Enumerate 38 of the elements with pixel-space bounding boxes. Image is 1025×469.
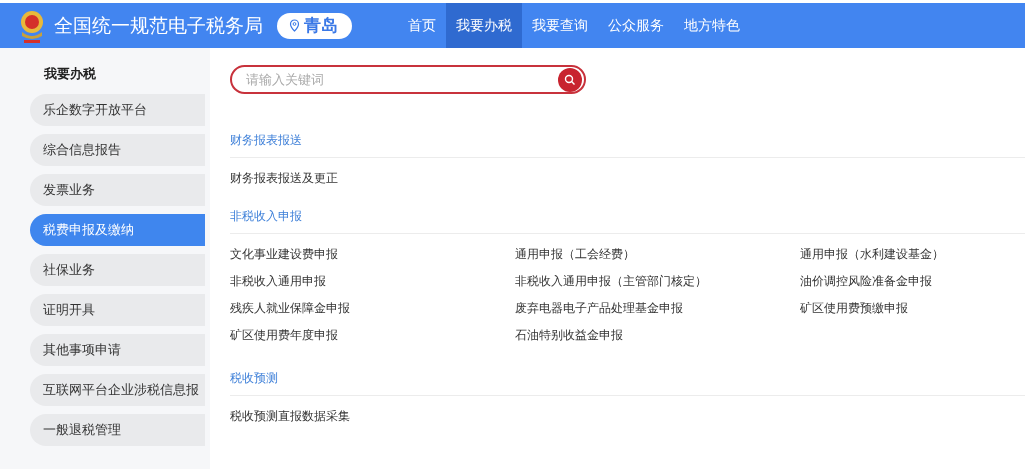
sidebar-item[interactable]: 社保业务 bbox=[30, 254, 205, 286]
service-link[interactable]: 财务报表报送及更正 bbox=[230, 168, 515, 190]
search-button[interactable] bbox=[558, 67, 582, 92]
service-link[interactable]: 石油特别收益金申报 bbox=[515, 325, 800, 352]
sidebar-item[interactable]: 发票业务 bbox=[30, 174, 205, 206]
search-icon bbox=[564, 73, 576, 86]
sidebar-item[interactable]: 综合信息报告 bbox=[30, 134, 205, 166]
search-input[interactable]: 请输入关键词 bbox=[244, 71, 558, 88]
service-link[interactable]: 残疾人就业保障金申报 bbox=[230, 298, 515, 325]
service-link[interactable]: 通用申报（水利建设基金） bbox=[800, 244, 1015, 271]
search-box[interactable]: 请输入关键词 bbox=[230, 65, 586, 94]
nav-tab[interactable]: 地方特色 bbox=[674, 3, 750, 48]
service-link[interactable]: 矿区使用费预缴申报 bbox=[800, 298, 1015, 325]
sidebar-item[interactable]: 乐企数字开放平台 bbox=[30, 94, 205, 126]
service-link[interactable]: 废弃电器电子产品处理基金申报 bbox=[515, 298, 800, 325]
sidebar-item[interactable]: 证明开具 bbox=[30, 294, 205, 326]
sidebar-item[interactable]: 其他事项申请 bbox=[30, 334, 205, 366]
nav-tab[interactable]: 我要办税 bbox=[446, 3, 522, 48]
sidebar-title: 我要办税 bbox=[44, 65, 97, 83]
nav-tab[interactable]: 首页 bbox=[398, 3, 446, 48]
sidebar-item[interactable]: 一般退税管理 bbox=[30, 414, 205, 446]
service-link[interactable]: 通用申报（工会经费） bbox=[515, 244, 800, 271]
service-link[interactable]: 矿区使用费年度申报 bbox=[230, 325, 515, 352]
city-selector[interactable]: 青岛 bbox=[277, 12, 352, 39]
service-link[interactable]: 油价调控风险准备金申报 bbox=[800, 271, 1015, 298]
sidebar-item[interactable]: 互联网平台企业涉税信息报 bbox=[30, 374, 205, 406]
section-heading: 税收预测 bbox=[230, 370, 1025, 396]
section-heading: 非税收入申报 bbox=[230, 208, 1025, 234]
section-heading: 财务报表报送 bbox=[230, 132, 1025, 158]
site-title: 全国统一规范电子税务局 bbox=[54, 12, 263, 38]
service-link[interactable]: 非税收入通用申报 bbox=[230, 271, 515, 298]
nav-tab[interactable]: 公众服务 bbox=[598, 3, 674, 48]
nav-tab[interactable]: 我要查询 bbox=[522, 3, 598, 48]
sidebar-item[interactable]: 税费申报及缴纳 bbox=[30, 214, 205, 246]
location-pin-icon bbox=[289, 19, 300, 32]
service-link[interactable]: 文化事业建设费申报 bbox=[230, 244, 515, 271]
service-link[interactable]: 非税收入通用申报（主管部门核定） bbox=[515, 271, 800, 298]
service-link[interactable]: 税收预测直报数据采集 bbox=[230, 406, 515, 428]
